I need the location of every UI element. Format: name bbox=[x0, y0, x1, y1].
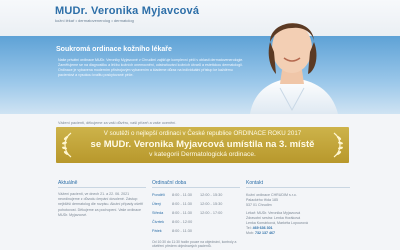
hours-afternoon: 12:00 - 15:30 bbox=[200, 193, 223, 197]
hours-morning: 8:00 - 12:00 bbox=[172, 220, 193, 224]
hours-day: Pátek bbox=[152, 229, 162, 233]
hours-morning: 8:00 - 11:30 bbox=[172, 202, 192, 206]
hours-morning: 8:00 - 11:30 bbox=[172, 193, 192, 197]
hours-row: Středa 8:00 - 11:30 12:00 - 17:00 bbox=[152, 211, 240, 220]
hero-text: Naše privátní ordinace MUDr. Veroniky My… bbox=[58, 58, 244, 77]
hours-day: Pondělí bbox=[152, 193, 165, 197]
contact-heading: Kontakt bbox=[246, 180, 263, 186]
hours-afternoon: 12:00 - 17:00 bbox=[200, 211, 223, 215]
site-title[interactable]: MUDr. Veronika Myjavcová bbox=[55, 5, 199, 17]
intro-line: Vážení pacienti, děkujeme za vaši důvěru… bbox=[58, 121, 177, 125]
tel-link[interactable]: 469 636 301 bbox=[253, 226, 273, 230]
news-text: Vážení pacienti, ve dnech 21. a 22. 06. … bbox=[58, 192, 144, 217]
hours-row: Čtvrtek 8:00 - 12:00 bbox=[152, 220, 240, 229]
hours-day: Úterý bbox=[152, 202, 162, 206]
hours-row: Úterý 8:00 - 11:30 12:00 - 15:30 bbox=[152, 202, 240, 211]
hours-divider bbox=[152, 187, 240, 188]
hours-heading: Ordinační doba bbox=[152, 180, 187, 186]
hours-day: Čtvrtek bbox=[152, 220, 165, 224]
hours-afternoon: 12:00 - 15:30 bbox=[200, 202, 223, 206]
hours-morning: 8:00 - 11:30 bbox=[172, 229, 192, 233]
contact-block: Kožní ordinace CHRUDIM s.r.o. Palackého … bbox=[246, 193, 350, 236]
page: MUDr. Veronika Myjavcová kožní lékař • d… bbox=[0, 0, 400, 250]
tel-label: Tel: bbox=[246, 226, 252, 230]
news-divider bbox=[58, 187, 146, 188]
contact-divider bbox=[246, 187, 350, 188]
contact-mobile-row: Mob: 732 137 467 bbox=[246, 231, 350, 236]
laurel-right-icon bbox=[333, 132, 343, 158]
hours-row: Pondělí 8:00 - 11:30 12:00 - 15:30 bbox=[152, 193, 240, 202]
award-line-1: V soutěži o nejlepší ordinaci v České re… bbox=[103, 130, 302, 137]
hours-table: Pondělí 8:00 - 11:30 12:00 - 15:30 Úterý… bbox=[152, 193, 240, 238]
hours-row: Pátek 8:00 - 11:30 bbox=[152, 229, 240, 238]
mob-label: Mob: bbox=[246, 231, 254, 235]
award-line-3: v kategorii Dermatologická ordinace. bbox=[149, 151, 256, 158]
mob-link[interactable]: 732 137 467 bbox=[255, 231, 275, 235]
site-subtitle: kožní lékař • dermatovenerolog • dermato… bbox=[55, 18, 134, 23]
award-line-2: se MUDr. Veronika Myjavcová umístila na … bbox=[90, 139, 315, 150]
award-banner[interactable]: V soutěži o nejlepší ordinaci v České re… bbox=[56, 127, 349, 163]
hours-day: Středa bbox=[152, 211, 164, 215]
hours-morning: 8:00 - 11:30 bbox=[172, 211, 192, 215]
doctor-photo bbox=[250, 23, 338, 114]
hours-note: Od 10:30 do 11:30 hodin pouze na objedná… bbox=[152, 240, 237, 249]
news-heading: Aktuálně bbox=[58, 180, 78, 186]
hero-title: Soukromá ordinace kožního lékaře bbox=[56, 46, 172, 53]
